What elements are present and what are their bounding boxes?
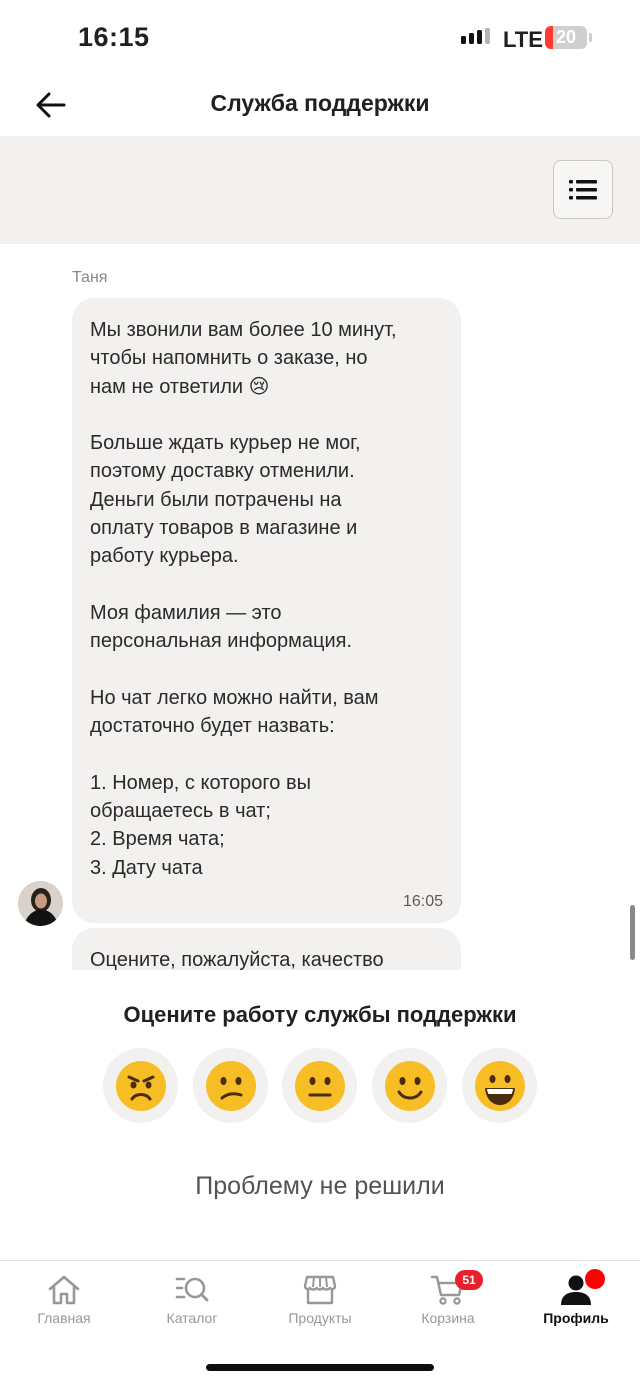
rating-angry-button[interactable]: [103, 1048, 178, 1123]
scrollbar[interactable]: [630, 905, 635, 960]
message-bubble: Мы звонили вам более 10 минут, чтобы напо…: [72, 298, 461, 923]
battery-cap: [589, 33, 592, 42]
message-spacer: [90, 656, 443, 684]
message-spacer: [90, 571, 443, 599]
message-text: Мы звонили вам более 10 минут, чтобы напо…: [90, 316, 443, 882]
angry-face-icon: [115, 1060, 166, 1111]
avatar: [18, 881, 63, 926]
message-line: Деньги были потрачены на: [90, 488, 342, 511]
catalog-search-icon: [175, 1277, 209, 1302]
home-indicator: [206, 1364, 434, 1371]
message-line: Но чат легко можно найти, вам: [90, 686, 379, 709]
message-line: работу курьера.: [90, 545, 239, 568]
tab-catalog[interactable]: Каталог: [142, 1269, 242, 1331]
home-icon: [48, 1275, 80, 1305]
tab-label: Главная: [37, 1310, 91, 1326]
page-title: Служба поддержки: [210, 90, 430, 116]
tab-products[interactable]: Продукты: [270, 1269, 370, 1331]
notification-dot: [585, 1269, 605, 1289]
rating-panel: Оцените работу службы поддержки Проблему…: [0, 970, 640, 1260]
signal-icon: [461, 28, 495, 48]
sender-name: Таня: [72, 269, 108, 286]
tab-profile[interactable]: Профиль: [526, 1269, 626, 1331]
message-line: 2. Время чата;: [90, 828, 225, 851]
message-text: Оцените, пожалуйста, качество: [90, 949, 384, 970]
message-line: обращаетесь в чат;: [90, 800, 271, 823]
message-bubble: Оцените, пожалуйста, качество: [72, 928, 461, 970]
cart-badge: 51: [455, 1270, 483, 1290]
message-line: Больше ждать курьер не мог,: [90, 432, 361, 455]
status-bar: 16:15 LTE 20: [0, 0, 640, 78]
message-line: поэтому доставку отменили.: [90, 460, 355, 483]
message-line: Моя фамилия — это: [90, 601, 282, 624]
message-line: 3. Дату чата: [90, 856, 203, 879]
slight-smile-face-icon: [384, 1060, 435, 1111]
tab-label: Профиль: [543, 1310, 609, 1326]
app-header: Служба поддержки: [0, 78, 640, 136]
message-spacer: [90, 740, 443, 768]
message-spacer: [90, 401, 443, 429]
avatar-image: [18, 881, 63, 926]
rating-slight-smile-button[interactable]: [372, 1048, 447, 1123]
problem-not-solved-button[interactable]: Проблему не решили: [0, 1172, 640, 1201]
message-line: чтобы напомнить о заказе, но: [90, 347, 368, 370]
message-time: 16:05: [402, 893, 443, 910]
store-icon: [303, 1275, 337, 1305]
grinning-face-icon: [474, 1060, 525, 1111]
chat-messages[interactable]: Таня Мы звонили вам более 10 минут, чтобы…: [0, 244, 640, 970]
tab-label: Каталог: [166, 1310, 218, 1326]
network-type: LTE: [503, 27, 543, 52]
tab-home[interactable]: Главная: [14, 1269, 114, 1331]
tab-label: Корзина: [421, 1310, 475, 1326]
confused-face-icon: [205, 1060, 256, 1111]
message-line: персональная информация.: [90, 630, 353, 653]
rating-title: Оцените работу службы поддержки: [123, 1002, 517, 1027]
tab-cart[interactable]: Корзина: [398, 1269, 498, 1331]
rating-neutral-button[interactable]: [282, 1048, 357, 1123]
message-line: достаточно будет назвать:: [90, 715, 335, 738]
message-line: 1. Номер, с которого вы: [90, 771, 311, 794]
message-line: нам не ответили 😢: [90, 375, 270, 398]
menu-button[interactable]: [553, 160, 613, 219]
message-line: Мы звонили вам более 10 минут,: [90, 319, 397, 341]
rating-grin-button[interactable]: [462, 1048, 537, 1123]
list-menu-icon: [569, 179, 597, 199]
battery-level: 20: [555, 27, 577, 47]
chat-toolbar: [0, 136, 640, 244]
message-line: оплату товаров в магазине и: [90, 517, 358, 540]
rating-confused-button[interactable]: [193, 1048, 268, 1123]
battery-icon: 20: [545, 26, 587, 49]
neutral-face-icon: [294, 1060, 345, 1111]
status-time: 16:15: [78, 22, 150, 52]
tab-label: Продукты: [288, 1310, 352, 1326]
